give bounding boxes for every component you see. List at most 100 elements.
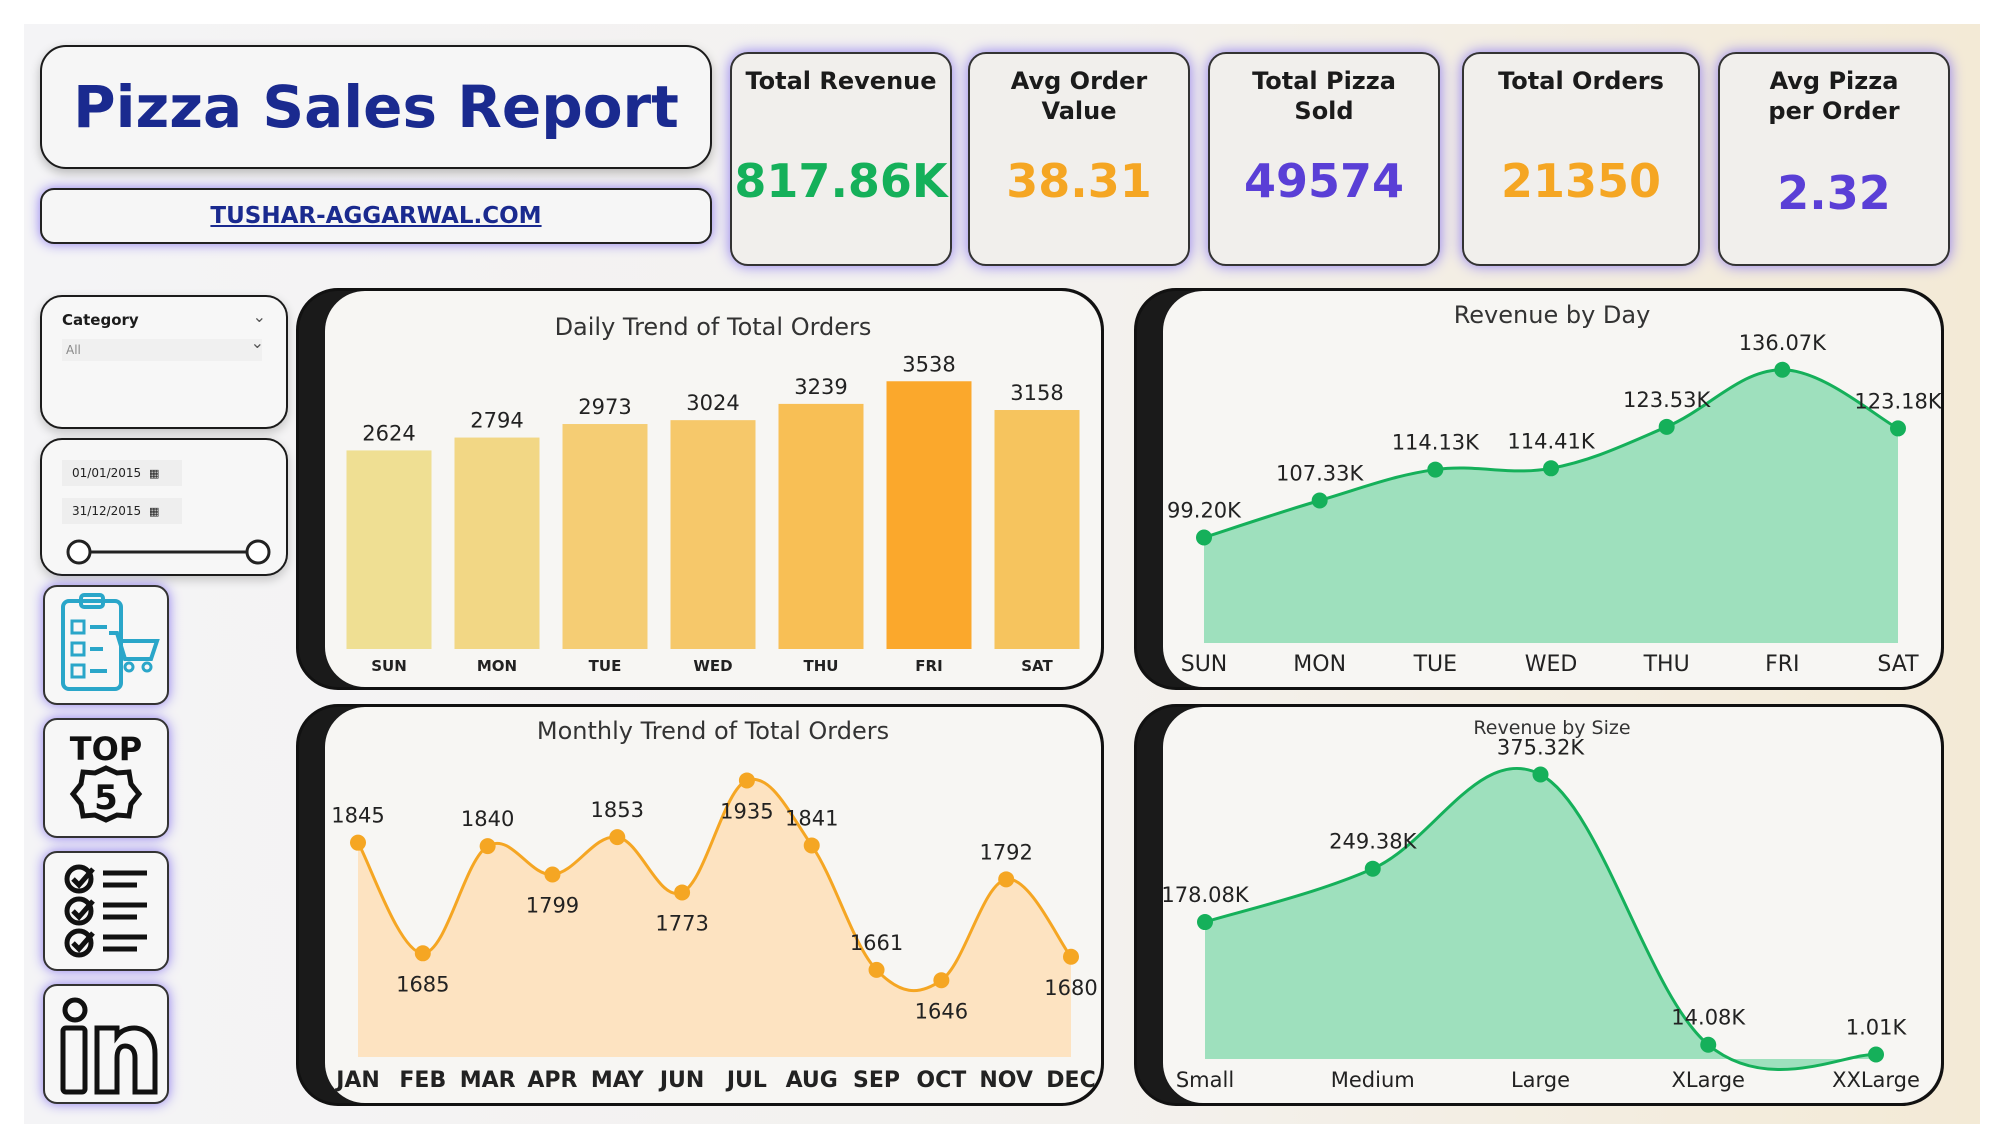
kpi-total-orders: Total Orders 21350: [1462, 52, 1700, 266]
kpi-label: Avg Pizza per Order: [1768, 67, 1900, 125]
daily-orders-panel: Daily Trend of Total Orders 2624 SUN 2794 M…: [296, 288, 1104, 690]
kpi-label: Total Orders: [1498, 67, 1664, 95]
data-label: 136.07K: [1739, 331, 1827, 355]
data-point[interactable]: [868, 961, 885, 978]
x-tick-label: THU: [804, 657, 839, 675]
data-label: 2794: [470, 409, 523, 433]
kpi-value: 38.31: [1006, 154, 1152, 208]
data-label: 1.01K: [1846, 1016, 1908, 1040]
website-link-card[interactable]: TUSHAR-AGGARWAL.COM: [40, 188, 712, 244]
data-point[interactable]: [803, 837, 820, 854]
chevron-down-icon[interactable]: ⌄: [251, 333, 264, 352]
data-label: 1840: [461, 807, 514, 831]
kpi-avg-order-value: Avg Order Value 38.31: [968, 52, 1190, 266]
top5-icon: TOP 5: [70, 730, 142, 823]
data-point[interactable]: [1700, 1036, 1717, 1053]
nav-orders-button[interactable]: [43, 585, 169, 705]
data-point[interactable]: [1364, 860, 1381, 877]
x-tick-label: JUN: [658, 1068, 704, 1093]
data-point[interactable]: [414, 945, 431, 962]
data-label: 1792: [979, 840, 1032, 864]
x-tick-label: Medium: [1331, 1068, 1415, 1092]
data-label: 1646: [915, 999, 968, 1023]
data-label: 1853: [591, 798, 644, 822]
x-tick-label: MON: [477, 657, 517, 675]
data-point[interactable]: [1868, 1046, 1884, 1063]
bar[interactable]: [778, 403, 864, 649]
data-point[interactable]: [1532, 766, 1549, 783]
x-tick-label: SUN: [371, 657, 407, 675]
bar[interactable]: [886, 381, 972, 649]
data-point[interactable]: [1774, 361, 1791, 378]
data-point[interactable]: [1311, 492, 1328, 509]
x-tick-label: WED: [1525, 652, 1578, 677]
kpi-avg-pizza-per-order: Avg Pizza per Order 2.32: [1718, 52, 1950, 266]
data-label: 1680: [1044, 976, 1097, 1000]
x-tick-label: NOV: [979, 1068, 1033, 1093]
data-point[interactable]: [933, 972, 950, 989]
x-tick-label: TUE: [1413, 652, 1457, 677]
revenue-by-size-panel: Revenue by Size 178.08K Small 249.38K Mediu…: [1134, 704, 1944, 1106]
x-tick-label: APR: [527, 1068, 577, 1093]
data-point[interactable]: [609, 829, 626, 846]
title-card: Pizza Sales Report: [40, 45, 712, 169]
slider-handle-end[interactable]: [245, 539, 271, 565]
nav-linkedin-button[interactable]: [43, 984, 169, 1104]
x-tick-label: JUL: [725, 1068, 767, 1093]
data-point[interactable]: [1658, 418, 1675, 435]
calendar-icon[interactable]: ▦: [149, 467, 159, 480]
x-tick-label: MON: [1293, 652, 1346, 677]
x-tick-label: DEC: [1046, 1068, 1095, 1093]
data-point[interactable]: [544, 866, 561, 883]
data-point[interactable]: [1197, 914, 1213, 931]
daily-orders-chart: 2624 SUN 2794 MON 2973 TUE 3024 WED 3239 THU 3538 F…: [346, 352, 1080, 675]
data-point[interactable]: [674, 884, 691, 901]
x-tick-label: TUE: [589, 657, 622, 675]
linkedin-icon: [60, 997, 158, 1095]
category-label: Category: [62, 311, 139, 329]
slider-handle-start[interactable]: [66, 539, 92, 565]
data-point[interactable]: [1543, 460, 1559, 477]
data-label: 114.13K: [1392, 431, 1480, 455]
data-point[interactable]: [1427, 461, 1444, 478]
data-point[interactable]: [350, 834, 366, 851]
data-point[interactable]: [738, 772, 755, 789]
bar[interactable]: [994, 410, 1080, 649]
website-link[interactable]: TUSHAR-AGGARWAL.COM: [210, 203, 541, 229]
checklist-cart-icon: [61, 593, 160, 691]
x-tick-label: Small: [1176, 1068, 1234, 1092]
x-tick-label: AUG: [786, 1068, 838, 1093]
data-label: 3538: [902, 352, 955, 376]
bar[interactable]: [346, 450, 432, 649]
revenue-by-day-panel: Revenue by Day 99.20K SUN 107.33K MON 114.13…: [1134, 288, 1944, 690]
kpi-value: 817.86K: [734, 154, 948, 208]
revenue-by-day-chart: 99.20K SUN 107.33K MON 114.13K TUE 114.41K WED 1…: [1167, 331, 1941, 677]
data-label: 3239: [794, 375, 847, 399]
nav-top5-button[interactable]: TOP 5: [43, 718, 169, 838]
calendar-icon[interactable]: ▦: [149, 505, 159, 518]
kpi-label: Total Revenue: [745, 67, 937, 95]
data-label: 14.08K: [1671, 1006, 1746, 1030]
data-point[interactable]: [1890, 420, 1906, 437]
date-range-slider[interactable]: [42, 530, 286, 574]
chevron-down-icon[interactable]: ⌄: [253, 307, 266, 326]
bar[interactable]: [562, 424, 648, 649]
x-tick-label: SAT: [1877, 652, 1919, 677]
category-dropdown[interactable]: All: [62, 339, 262, 361]
data-point[interactable]: [1196, 529, 1212, 546]
data-label: 375.32K: [1497, 736, 1585, 760]
end-date-field[interactable]: 31/12/2015 ▦: [62, 498, 182, 524]
date-slicer[interactable]: 01/01/2015 ▦ 31/12/2015 ▦: [40, 438, 288, 576]
category-slicer[interactable]: Category ⌄ All ⌄: [40, 295, 288, 429]
bar[interactable]: [454, 437, 540, 649]
data-point[interactable]: [1063, 948, 1079, 965]
data-point[interactable]: [479, 838, 496, 855]
start-date-field[interactable]: 01/01/2015 ▦: [62, 460, 182, 486]
data-label: 123.53K: [1623, 388, 1711, 412]
bar[interactable]: [670, 420, 756, 649]
kpi-label: Total Pizza Sold: [1252, 67, 1396, 125]
x-tick-label: OCT: [916, 1068, 966, 1093]
nav-details-button[interactable]: [43, 851, 169, 971]
x-tick-label: MAR: [460, 1068, 516, 1093]
data-point[interactable]: [998, 871, 1015, 888]
